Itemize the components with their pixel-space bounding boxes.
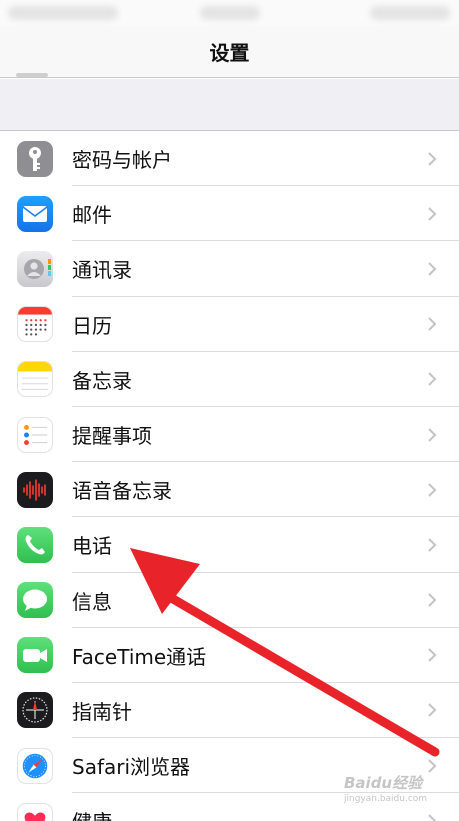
settings-row-label: 通讯录	[72, 258, 132, 283]
settings-row-phone[interactable]: 电话	[0, 517, 459, 573]
navigation-bar: 设置	[0, 26, 459, 78]
settings-row-label: 密码与帐户	[72, 148, 172, 173]
previous-row-sliver	[16, 73, 48, 77]
calendar-icon	[17, 306, 53, 343]
compass-icon	[17, 692, 53, 729]
settings-row-voice-memos[interactable]: 语音备忘录	[0, 462, 459, 518]
chevron-right-icon	[428, 151, 437, 166]
baidu-watermark: Baidu经验	[344, 774, 423, 792]
health-icon	[17, 802, 53, 821]
facetime-icon	[17, 637, 53, 674]
settings-row-label: 健康	[72, 806, 112, 821]
page-title: 设置	[209, 41, 250, 65]
settings-row-label: 提醒事项	[72, 424, 152, 449]
chevron-right-icon	[428, 538, 437, 552]
messages-icon	[17, 582, 53, 619]
settings-row-contacts[interactable]: 通讯录	[0, 241, 459, 297]
settings-row-label: Safari浏览器	[72, 755, 191, 780]
chevron-right-icon	[428, 758, 437, 773]
settings-row-mail[interactable]: 邮件	[0, 186, 459, 242]
settings-row-label: FaceTime通话	[72, 644, 207, 669]
mail-icon	[17, 195, 53, 232]
settings-row-compass[interactable]: 指南针	[0, 682, 459, 739]
settings-row-label: 信息	[72, 589, 112, 614]
settings-row-label: 备忘录	[72, 368, 132, 393]
chevron-right-icon	[428, 262, 437, 276]
chevron-right-icon	[428, 703, 437, 718]
status-bar	[0, 0, 459, 26]
chevron-right-icon	[428, 593, 437, 607]
settings-row-label: 邮件	[72, 203, 112, 228]
settings-row-label: 日历	[72, 313, 112, 338]
settings-row-messages[interactable]: 信息	[0, 572, 459, 628]
status-bar-blurred-left	[8, 6, 118, 20]
key-icon	[17, 140, 53, 177]
settings-row-reminders[interactable]: 提醒事项	[0, 406, 459, 463]
settings-row-label: 指南针	[72, 699, 132, 724]
settings-row-label: 电话	[72, 534, 112, 559]
contacts-icon	[17, 250, 53, 287]
chevron-right-icon	[428, 372, 437, 387]
status-bar-blurred-right	[370, 6, 450, 20]
settings-list: 密码与帐户 邮件 通讯录 日历 备忘录 提醒事项 语音备忘录 电话 信息 Fac…	[0, 131, 459, 821]
safari-icon	[17, 747, 53, 784]
settings-row-label: 语音备忘录	[72, 479, 172, 504]
chevron-right-icon	[428, 483, 437, 497]
voice-memos-icon	[17, 471, 53, 508]
settings-row-notes[interactable]: 备忘录	[0, 351, 459, 408]
chevron-right-icon	[428, 648, 437, 662]
chevron-right-icon	[428, 317, 437, 331]
status-bar-blurred-center	[200, 6, 260, 20]
chevron-right-icon	[428, 814, 437, 821]
notes-icon	[17, 361, 53, 398]
chevron-right-icon	[428, 207, 437, 221]
reminders-icon	[17, 416, 53, 453]
settings-row-facetime[interactable]: FaceTime通话	[0, 627, 459, 684]
settings-row-passwords-accounts[interactable]: 密码与帐户	[0, 131, 459, 187]
phone-icon	[17, 526, 53, 563]
section-separator	[0, 79, 459, 131]
baidu-watermark-url: jingyan.baidu.com	[344, 794, 428, 804]
settings-row-calendar[interactable]: 日历	[0, 296, 459, 352]
chevron-right-icon	[428, 427, 437, 442]
